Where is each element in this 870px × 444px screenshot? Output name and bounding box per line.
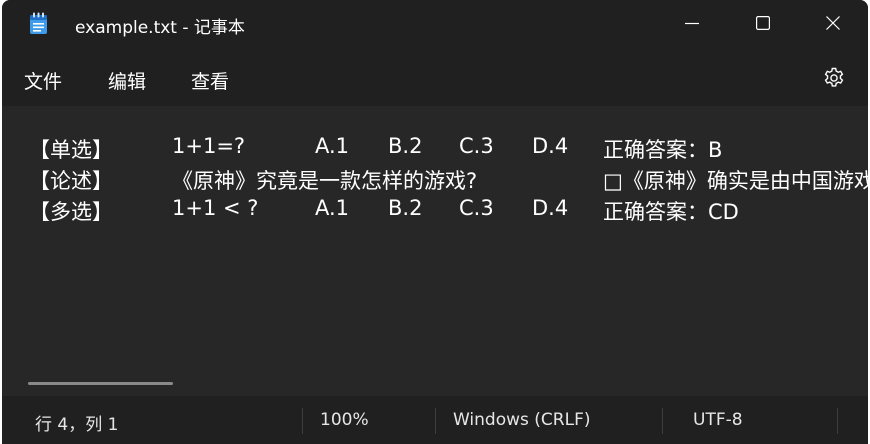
notepad-window: example.txt - 记事本 文件 编辑 查看 【单选】 1+1=? A.… — [2, 0, 868, 444]
editor-line: 【单选】 1+1=? A.1 B.2 C.3 D.4 正确答案：B — [2, 134, 868, 164]
editor-line: 【多选】 1+1 < ? A.1 B.2 C.3 D.4 正确答案：CD — [2, 196, 868, 226]
answer-text: 正确答案：B — [603, 138, 723, 162]
status-divider — [837, 408, 838, 434]
option-d: D.4 — [532, 196, 569, 220]
text-editor[interactable]: 【单选】 1+1=? A.1 B.2 C.3 D.4 正确答案：B 【论述】 《… — [2, 106, 868, 396]
question-text: 《原神》究竟是一款怎样的游戏? — [172, 169, 478, 193]
status-divider — [435, 408, 436, 434]
close-button[interactable] — [798, 0, 868, 48]
question-text: 1+1=? — [172, 134, 246, 158]
option-a: A.1 — [315, 134, 350, 158]
notepad-icon — [29, 12, 48, 35]
maximize-icon — [756, 16, 770, 30]
zoom-level[interactable]: 100% — [320, 410, 369, 430]
line-ending[interactable]: Windows (CRLF) — [453, 410, 591, 430]
maximize-button[interactable] — [728, 0, 798, 48]
menu-file[interactable]: 文件 — [24, 67, 62, 94]
question-type: 【单选】 — [29, 138, 113, 162]
menu-view[interactable]: 查看 — [191, 67, 229, 94]
window-title: example.txt - 记事本 — [75, 18, 245, 38]
option-d: D.4 — [532, 134, 569, 158]
status-divider — [662, 408, 663, 434]
horizontal-scrollbar[interactable] — [28, 382, 173, 385]
encoding[interactable]: UTF-8 — [693, 410, 743, 430]
menu-edit[interactable]: 编辑 — [108, 67, 146, 94]
option-b: B.2 — [388, 134, 423, 158]
close-icon — [826, 16, 840, 30]
question-type: 【论述】 — [29, 169, 113, 193]
question-type: 【多选】 — [29, 200, 113, 224]
gear-icon — [824, 67, 844, 87]
editor-line: 【论述】 《原神》究竟是一款怎样的游戏? □《原神》确实是由中国游戏 — [2, 165, 868, 195]
title-bar[interactable]: example.txt - 记事本 — [2, 0, 868, 48]
answer-text: 正确答案：CD — [603, 200, 739, 224]
question-text: 1+1 < ? — [172, 196, 259, 220]
status-divider — [302, 408, 303, 434]
minimize-icon — [685, 22, 699, 25]
menu-bar: 文件 编辑 查看 — [2, 48, 868, 106]
minimize-button[interactable] — [657, 0, 727, 48]
settings-button[interactable] — [822, 66, 846, 90]
option-c: C.3 — [459, 134, 494, 158]
cursor-position: 行 4，列 1 — [35, 415, 119, 435]
answer-text: □《原神》确实是由中国游戏 — [603, 169, 868, 193]
status-bar: 行 4，列 1 100% Windows (CRLF) UTF-8 — [2, 396, 868, 444]
option-b: B.2 — [388, 196, 423, 220]
option-c: C.3 — [459, 196, 494, 220]
option-a: A.1 — [315, 196, 350, 220]
